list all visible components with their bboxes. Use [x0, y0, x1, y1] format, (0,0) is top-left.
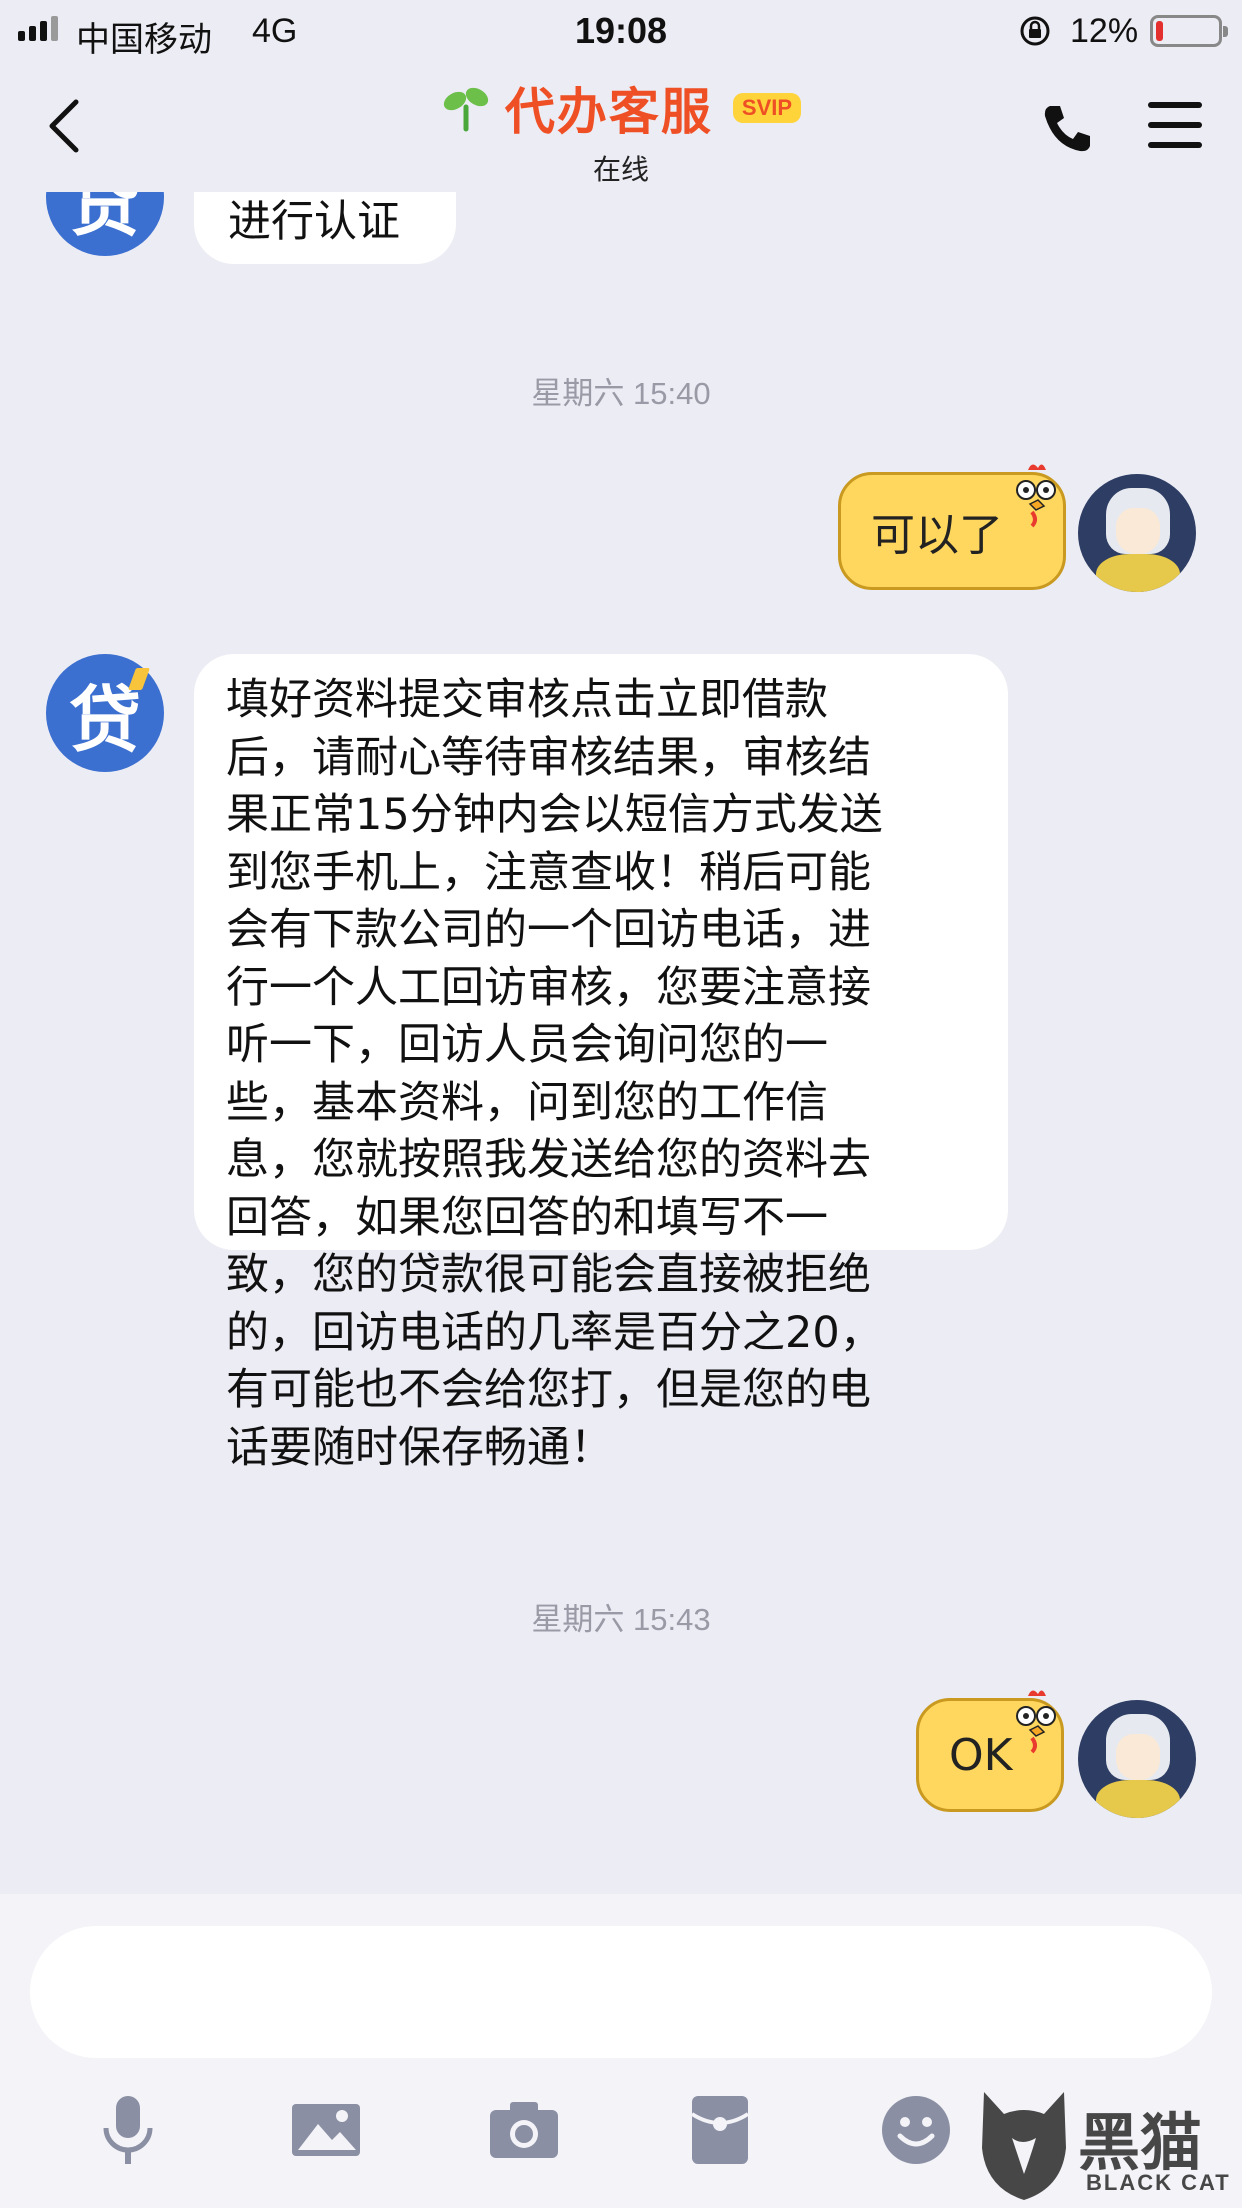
- battery-percent: 12%: [1070, 12, 1139, 50]
- chat-title: 代办客服: [504, 84, 713, 140]
- message-timestamp: 星期六 15:40: [531, 376, 711, 411]
- rotation-lock-icon: [1020, 16, 1050, 46]
- self-avatar[interactable]: [1078, 1700, 1196, 1818]
- bot-avatar[interactable]: 贷: [46, 192, 164, 256]
- chick-sticker-icon: [1016, 464, 1056, 528]
- black-cat-watermark: 黑猫 BLACK CAT: [960, 2088, 1242, 2208]
- message-text: OK: [949, 1729, 1013, 1781]
- status-bar: 中国移动 4G 19:08 12%: [0, 0, 1242, 62]
- chat-header: 代办客服 SVIP 在线: [0, 62, 1242, 192]
- message-text: 可以了: [871, 510, 1003, 561]
- bot-avatar[interactable]: 贷: [46, 654, 164, 772]
- svip-badge: SVIP: [732, 93, 802, 123]
- message-input[interactable]: [30, 1926, 1212, 2058]
- message-text: 填好资料提交审核点击立即借款 后，请耐心等待审核结果，审核结 果正常15分钟内会…: [226, 675, 883, 1473]
- chick-sticker-icon: [1016, 1690, 1056, 1754]
- message-list[interactable]: 贷 进行认证 星期六 15:40 可以了 贷 填好资料提交审核点击立即借款 后，…: [0, 192, 1242, 1894]
- camera-icon[interactable]: [484, 2090, 564, 2170]
- message-bubble-bot[interactable]: 进行认证: [194, 192, 456, 264]
- red-packet-icon[interactable]: [680, 2090, 760, 2170]
- battery-icon: [1150, 15, 1228, 47]
- message-text: 进行认证: [228, 197, 400, 247]
- self-avatar[interactable]: [1078, 474, 1196, 592]
- black-cat-logo-icon: [982, 2092, 1066, 2200]
- phone-call-icon[interactable]: [1040, 100, 1096, 156]
- emoji-icon[interactable]: [876, 2090, 956, 2170]
- microphone-icon[interactable]: [88, 2090, 168, 2170]
- message-bubble-bot[interactable]: 填好资料提交审核点击立即借款 后，请耐心等待审核结果，审核结 果正常15分钟内会…: [194, 654, 1008, 1473]
- menu-icon[interactable]: [1148, 102, 1202, 152]
- image-icon[interactable]: [286, 2090, 366, 2170]
- clock: 19:08: [574, 10, 668, 51]
- message-timestamp: 星期六 15:43: [531, 1602, 711, 1637]
- sprout-icon: [443, 87, 489, 132]
